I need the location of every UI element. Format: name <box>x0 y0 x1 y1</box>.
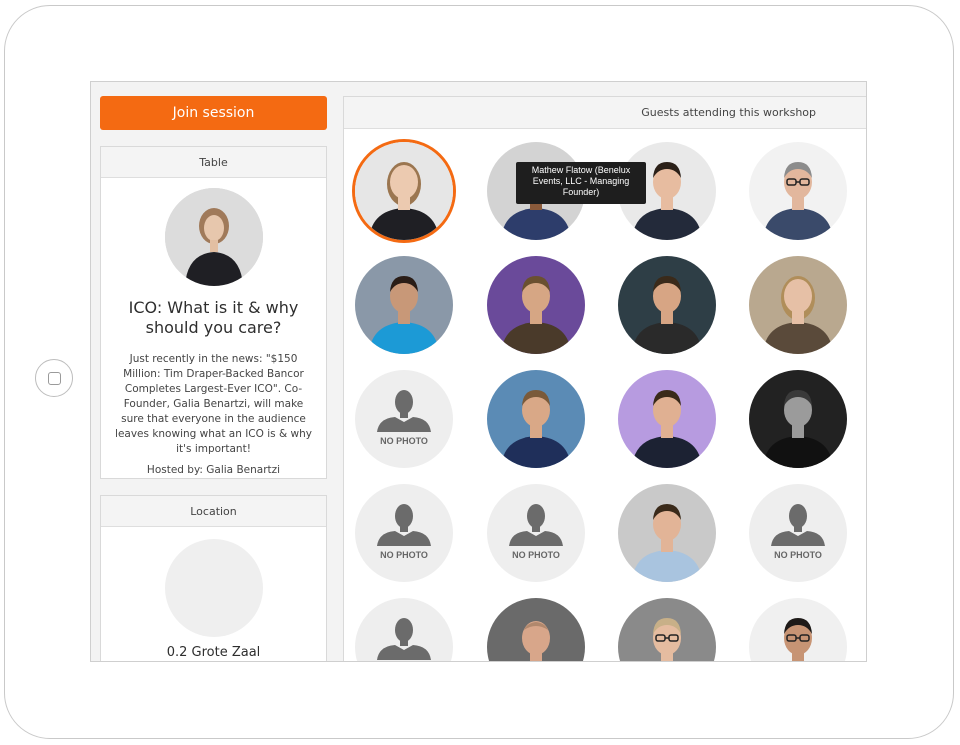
guest-avatar-woman-blonde-dark-top[interactable] <box>355 142 453 240</box>
guest-avatar-man-beard-purple-bg[interactable] <box>487 256 585 354</box>
guest-avatar-man-blue-hoodie[interactable] <box>355 256 453 354</box>
no-photo-label: NO PHOTO <box>380 436 428 446</box>
session-title: ICO: What is it & why should you care? <box>128 298 299 337</box>
app-screen: Join session Table ICO: What is it & why… <box>90 81 867 662</box>
guest-no-photo-avatar[interactable]: NO PHOTO <box>749 484 847 582</box>
host-line: Hosted by: Galia Benartzi <box>146 464 281 476</box>
guest-no-photo-avatar[interactable]: NO PHOTO <box>355 370 453 468</box>
guest-no-photo-avatar[interactable]: NO PHOTO <box>355 598 453 661</box>
guest-avatar-man-bald-beard[interactable] <box>487 598 585 661</box>
session-description: Just recently in the news: "$150 Million… <box>115 353 312 455</box>
guest-avatar-man-glasses-dark-hair[interactable] <box>749 598 847 661</box>
location-card-header: Location <box>101 496 326 527</box>
location-card: Location 0.2 Grote Zaal <box>100 495 327 661</box>
guest-avatar-man-glasses-grey-hair[interactable] <box>749 142 847 240</box>
host-avatar <box>164 188 263 286</box>
guest-tooltip: Mathew Flatow (Benelux Events, LLC - Man… <box>516 162 646 204</box>
guest-avatar-man-polo-beach[interactable] <box>487 370 585 468</box>
guest-avatar-man-stage-purple[interactable] <box>618 370 716 468</box>
home-button[interactable] <box>35 359 73 397</box>
left-column: Join session Table ICO: What is it & why… <box>100 96 327 661</box>
table-card-header: Table <box>101 147 326 178</box>
guest-no-photo-avatar[interactable]: NO PHOTO <box>487 484 585 582</box>
no-photo-label: NO PHOTO <box>512 550 560 560</box>
home-square-icon <box>48 372 61 385</box>
join-session-button[interactable]: Join session <box>100 96 327 130</box>
location-name: 0.2 Grote Zaal <box>166 645 261 660</box>
guest-avatar-man-smiling-dark-bg[interactable] <box>618 256 716 354</box>
no-photo-label: NO PHOTO <box>380 550 428 560</box>
guest-no-photo-avatar[interactable]: NO PHOTO <box>355 484 453 582</box>
no-photo-label: NO PHOTO <box>774 550 822 560</box>
location-image <box>164 539 263 637</box>
table-card: Table ICO: What is it & why should you c… <box>100 146 327 479</box>
guests-panel-header: Guests attending this workshop <box>344 97 866 129</box>
guest-avatar-man-curly-hair-bw[interactable] <box>749 370 847 468</box>
guest-avatar-man-light-blue-shirt[interactable] <box>618 484 716 582</box>
guest-avatar-woman-blonde-smiling[interactable] <box>749 256 847 354</box>
guest-avatar-man-glasses-blonde[interactable] <box>618 598 716 661</box>
